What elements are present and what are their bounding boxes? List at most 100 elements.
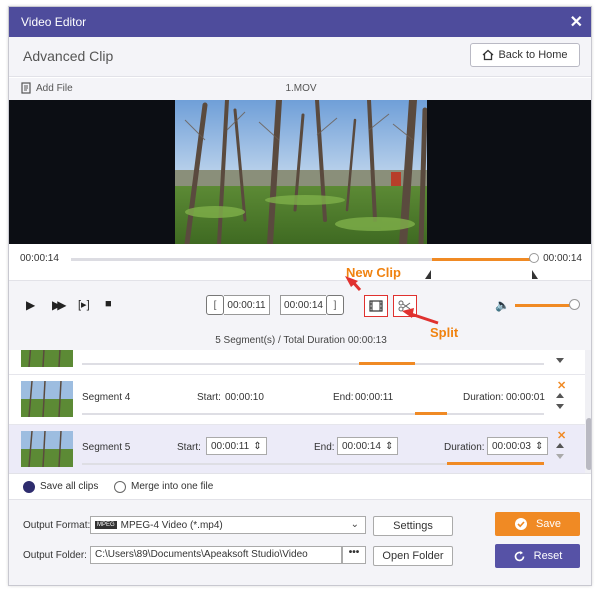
forest-video-frame-image — [175, 100, 427, 244]
save-all-clips-radio[interactable] — [23, 481, 35, 493]
page-header: Advanced Clip Back to Home — [9, 37, 591, 77]
split-button[interactable] — [393, 295, 417, 317]
spin-arrows-icon[interactable]: ⇕ — [253, 441, 261, 452]
open-folder-button[interactable]: Open Folder — [373, 546, 453, 566]
reset-label: Reset — [533, 550, 563, 562]
selection-start-marker[interactable] — [425, 270, 431, 279]
file-bar: Add File 1.MOV — [9, 78, 591, 100]
segment-name: Segment 5 — [82, 442, 131, 453]
current-time: 00:00:14 — [20, 253, 59, 264]
output-panel: Output Format: MPEG MPEG-4 Video (*.mp4)… — [9, 499, 591, 585]
segment-end-value: 00:00:14 — [342, 440, 381, 452]
next-frame-icon[interactable]: [▸] — [78, 298, 90, 311]
check-circle-icon — [514, 518, 527, 530]
clip-start-control: [ 00:00:11 — [206, 295, 270, 315]
segment-duration-input[interactable]: 00:00:03 ⇕ — [487, 437, 549, 455]
stop-icon[interactable]: ■ — [105, 298, 112, 310]
save-label: Save — [535, 518, 562, 530]
segment-range-fill — [446, 462, 544, 465]
scrollbar-thumb[interactable] — [586, 418, 591, 470]
segment-end-input[interactable]: 00:00:14 ⇕ — [337, 437, 399, 455]
volume-handle[interactable] — [569, 299, 580, 310]
merge-into-one-radio[interactable] — [114, 481, 126, 493]
segment-duration-value: 00:00:01 — [506, 392, 545, 403]
film-strip-icon — [369, 300, 383, 312]
segment-range-bar — [82, 412, 544, 415]
segment-thumbnail — [21, 350, 73, 367]
scissors-icon — [398, 300, 411, 312]
back-to-home-label: Back to Home — [498, 49, 568, 61]
back-to-home-button[interactable]: Back to Home — [470, 43, 580, 67]
segment-start-input[interactable]: 00:00:11 ⇕ — [206, 437, 267, 455]
play-icon[interactable]: ▶ — [26, 298, 35, 312]
segment-row-4[interactable]: Segment 4 Start: 00:00:10 End: 00:00:11 … — [9, 375, 585, 425]
output-format-value: MPEG-4 Video (*.mp4) — [120, 519, 223, 531]
spin-arrows-icon[interactable]: ⇕ — [535, 441, 543, 452]
video-editor-window: Video Editor ✕ Advanced Clip Back to Hom… — [8, 6, 592, 586]
segment-duration-value: 00:00:03 — [492, 440, 531, 452]
output-folder-field[interactable]: C:\Users\89\Documents\Apeaksoft Studio\V… — [90, 546, 342, 564]
delete-segment-icon[interactable]: ✕ — [557, 429, 566, 442]
browse-folder-button[interactable]: ••• — [342, 546, 366, 564]
clip-end-time[interactable]: 00:00:14 — [280, 295, 326, 315]
segment-end-label: End: — [314, 442, 335, 453]
set-end-icon[interactable]: ] — [326, 295, 344, 315]
segment-range-fill — [359, 362, 415, 365]
volume-slider[interactable] — [515, 304, 574, 307]
title-bar: Video Editor ✕ — [9, 7, 591, 37]
segment-start-label: Start: — [177, 442, 201, 453]
segment-start-value: 00:00:11 — [211, 440, 250, 452]
delete-segment-icon[interactable]: ✕ — [557, 379, 566, 392]
video-preview[interactable] — [9, 100, 591, 244]
segment-row-5[interactable]: Segment 5 Start: 00:00:11 ⇕ End: 00:00:1… — [9, 425, 585, 473]
new-clip-button[interactable] — [364, 295, 388, 317]
segment-list-scrollbar[interactable] — [585, 350, 591, 473]
segment-range-bar — [82, 362, 544, 365]
settings-label: Settings — [393, 520, 433, 532]
segment-range-bar — [82, 462, 544, 465]
output-format-label: Output Format: — [23, 520, 91, 531]
total-time: 00:00:14 — [543, 253, 582, 264]
segment-start-value: 00:00:10 — [225, 392, 264, 403]
timeline-bar: 00:00:14 00:00:14 — [9, 244, 591, 280]
segment-start-label: Start: — [197, 392, 221, 403]
clip-end-control: 00:00:14 ] — [280, 295, 344, 315]
segment-duration-label: Duration: — [444, 442, 485, 453]
segment-duration-label: Duration: — [463, 392, 504, 403]
segment-summary: 5 Segment(s) / Total Duration 00:00:13 — [9, 330, 591, 350]
move-down-icon[interactable] — [556, 358, 564, 363]
timeline-selection — [432, 258, 534, 261]
segment-row-3[interactable] — [9, 350, 585, 375]
save-mode-options: Save all clips Merge into one file — [9, 473, 591, 499]
open-folder-label: Open Folder — [382, 550, 444, 562]
move-down-icon[interactable] — [556, 404, 564, 409]
output-format-select[interactable]: MPEG MPEG-4 Video (*.mp4) ⌄ — [90, 516, 366, 534]
volume-icon[interactable]: 🔈 — [495, 298, 510, 312]
output-folder-label: Output Folder: — [23, 550, 87, 561]
segment-thumbnail — [21, 381, 73, 417]
fast-forward-icon[interactable]: ▶▶ — [52, 298, 67, 312]
clip-start-time[interactable]: 00:00:11 — [224, 295, 270, 315]
settings-button[interactable]: Settings — [373, 516, 453, 536]
timeline-track[interactable] — [71, 253, 539, 263]
close-icon[interactable]: ✕ — [570, 12, 583, 32]
save-button[interactable]: Save — [495, 512, 580, 536]
mpeg-format-icon: MPEG — [95, 521, 117, 529]
window-title: Video Editor — [21, 15, 87, 29]
page-title: Advanced Clip — [23, 48, 114, 64]
set-start-icon[interactable]: [ — [206, 295, 224, 315]
move-up-icon[interactable] — [556, 443, 564, 448]
split-annotation: Split — [430, 325, 459, 340]
reset-button[interactable]: Reset — [495, 544, 580, 568]
playhead-handle[interactable] — [529, 253, 539, 263]
selection-end-marker[interactable] — [532, 270, 538, 279]
chevron-down-icon: ⌄ — [350, 519, 359, 530]
merge-into-one-label: Merge into one file — [131, 481, 214, 492]
segment-range-fill — [414, 412, 447, 415]
move-up-icon[interactable] — [556, 393, 564, 398]
move-down-icon[interactable] — [556, 454, 564, 459]
home-icon — [483, 49, 494, 61]
video-frame — [175, 100, 427, 244]
spin-arrows-icon[interactable]: ⇕ — [385, 441, 393, 452]
segment-thumbnail — [21, 431, 73, 467]
